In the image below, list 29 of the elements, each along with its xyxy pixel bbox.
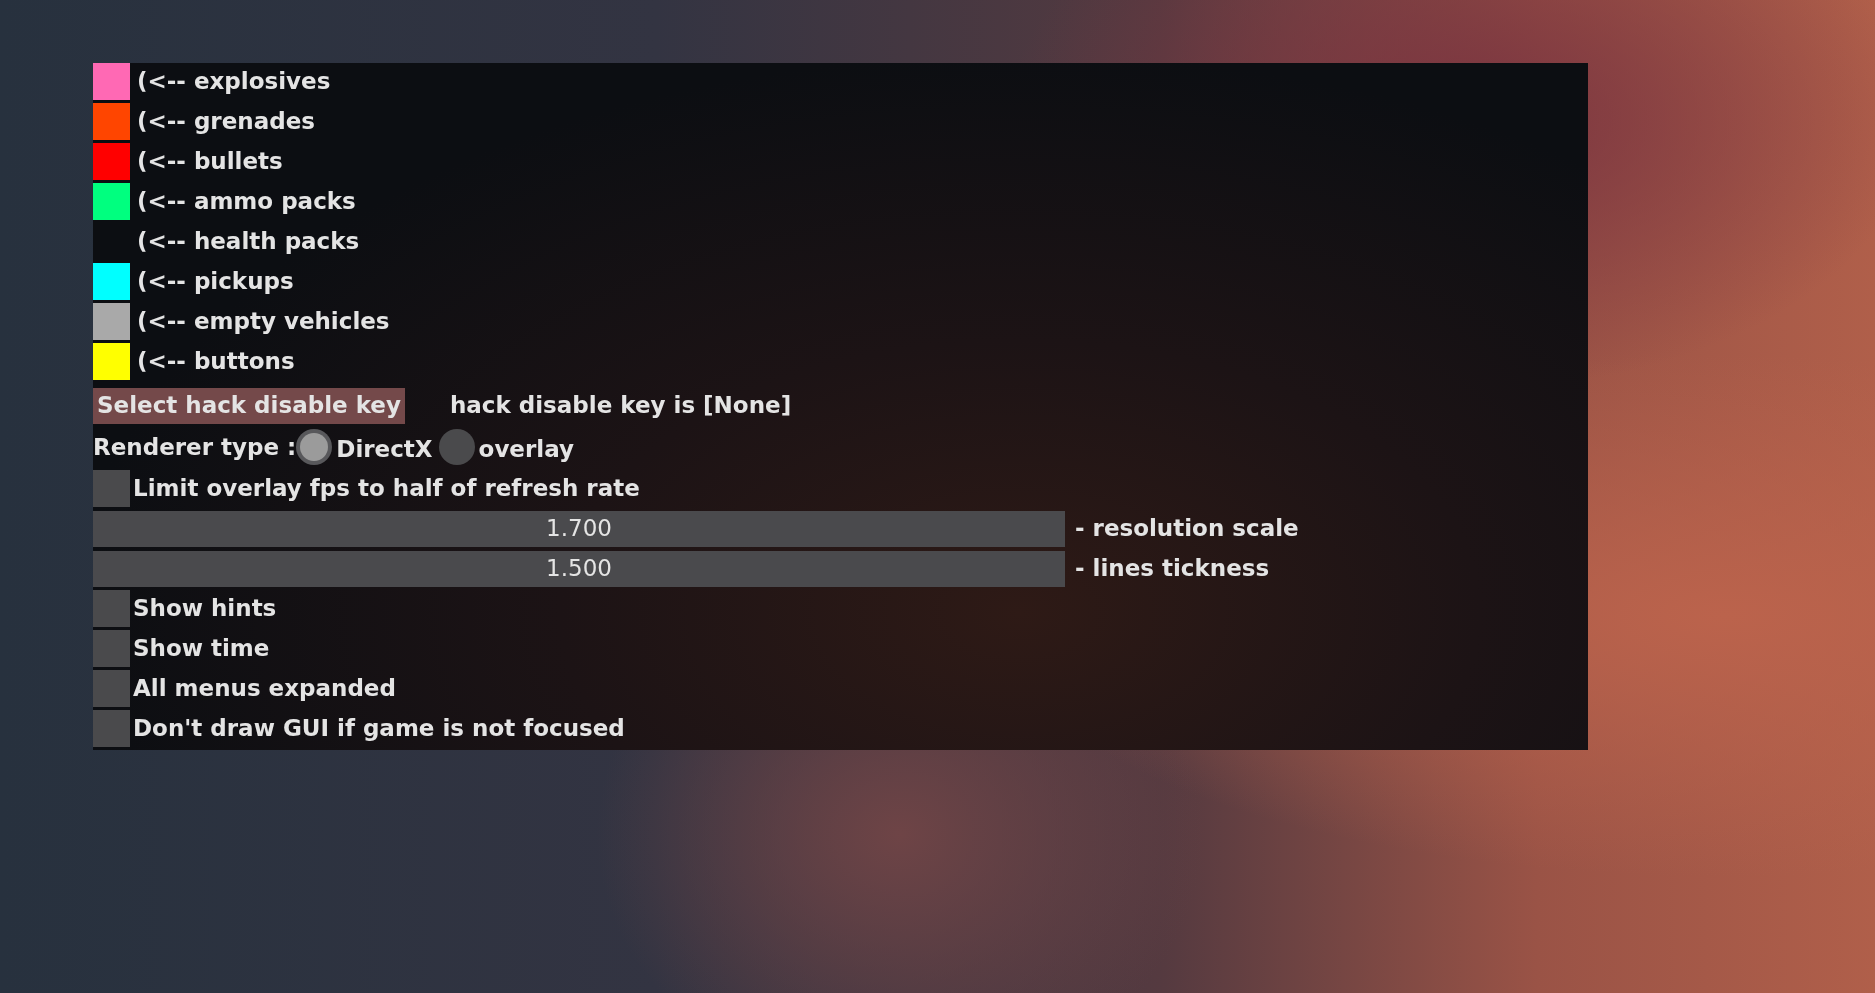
checkbox[interactable] — [93, 710, 130, 747]
slider-field[interactable]: 1.700 — [93, 510, 1065, 547]
legend-label: (<-- grenades — [137, 110, 315, 133]
radio-label: overlay — [478, 437, 574, 461]
slider-label: - resolution scale — [1075, 517, 1299, 540]
slider-field[interactable]: 1.500 — [93, 550, 1065, 587]
checkbox-label: Don't draw GUI if game is not focused — [133, 717, 625, 740]
checkbox-label: All menus expanded — [133, 677, 396, 700]
legend-label: (<-- health packs — [137, 230, 360, 253]
radio-button[interactable] — [438, 429, 475, 465]
radio-label: DirectX — [336, 437, 433, 461]
key-status-text: hack disable key is [None] — [449, 394, 792, 417]
checkbox[interactable] — [93, 470, 130, 507]
legend-label: (<-- empty vehicles — [137, 310, 390, 333]
renderer-label: Renderer type : — [93, 435, 297, 459]
legend-label: (<-- buttons — [137, 350, 295, 373]
hack-key-button[interactable]: Select hack disable key — [93, 387, 405, 424]
checkbox-label: Show hints — [133, 597, 277, 620]
checkbox-label: Show time — [133, 637, 270, 660]
legend-label: (<-- bullets — [137, 150, 283, 173]
legend-label: (<-- explosives — [137, 70, 331, 93]
legend-label: (<-- ammo packs — [137, 190, 356, 213]
checkbox[interactable] — [93, 630, 130, 667]
checkbox[interactable] — [93, 590, 130, 627]
checkbox-label: Limit overlay fps to half of refresh rate — [133, 477, 640, 500]
legend-label: (<-- pickups — [137, 270, 294, 293]
slider-label: - lines tickness — [1075, 557, 1270, 580]
radio-button[interactable] — [296, 429, 333, 465]
checkbox[interactable] — [93, 670, 130, 707]
